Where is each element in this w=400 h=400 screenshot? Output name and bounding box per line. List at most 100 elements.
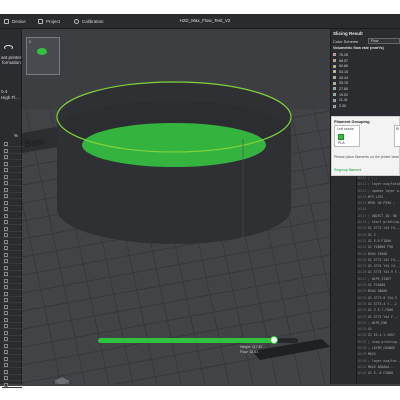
settings-row[interactable] xyxy=(2,343,22,349)
settings-row[interactable] xyxy=(2,375,22,381)
settings-checkbox[interactable] xyxy=(4,317,8,322)
settings-checkbox[interactable] xyxy=(4,252,8,257)
settings-checkbox[interactable] xyxy=(4,246,8,250)
settings-row[interactable] xyxy=(2,278,22,284)
settings-checkbox[interactable] xyxy=(4,148,8,153)
settings-row[interactable] xyxy=(2,382,22,388)
settings-row[interactable] xyxy=(2,232,22,238)
regroup-filament-link[interactable]: Regroup filament xyxy=(334,168,361,172)
settings-checkbox[interactable] xyxy=(4,298,8,302)
settings-checkbox[interactable] xyxy=(4,174,8,179)
legend-title: Volumetric flow rate (mm³/s) xyxy=(333,46,384,50)
settings-row[interactable] xyxy=(2,213,22,219)
settings-checkbox[interactable] xyxy=(4,213,8,218)
layer-flow: Flow: 18.61 xyxy=(240,350,259,354)
settings-row[interactable] xyxy=(2,284,22,290)
settings-checkbox[interactable] xyxy=(4,239,8,244)
settings-row[interactable] xyxy=(2,239,22,245)
right-nozzle-box[interactable]: Ri xyxy=(394,125,400,147)
settings-checkbox[interactable] xyxy=(4,285,8,289)
settings-checkbox[interactable] xyxy=(4,187,8,192)
settings-checkbox[interactable] xyxy=(4,220,8,224)
settings-checkbox[interactable] xyxy=(4,272,8,276)
settings-checkbox[interactable] xyxy=(4,233,8,237)
settings-checkbox[interactable] xyxy=(4,304,8,309)
left-nozzle-box[interactable]: Left nozzle PLA xyxy=(334,125,360,147)
settings-checkbox[interactable] xyxy=(4,265,8,270)
nozzle-flow-value[interactable]: High Fl... xyxy=(1,95,19,100)
settings-row[interactable] xyxy=(2,154,22,160)
nozzle-size-value[interactable]: 0.4 xyxy=(1,89,7,94)
settings-row[interactable] xyxy=(2,206,22,212)
filament-chip[interactable] xyxy=(338,134,344,140)
settings-checkbox[interactable] xyxy=(4,161,8,166)
settings-checkbox[interactable] xyxy=(4,343,8,348)
settings-checkbox[interactable] xyxy=(4,142,8,146)
settings-checkbox[interactable] xyxy=(4,194,8,198)
settings-row[interactable] xyxy=(2,219,22,225)
3d-viewport[interactable]: Bam 1 Height: 117.87 Flow: 18.61 xyxy=(22,29,330,384)
settings-row[interactable] xyxy=(2,336,22,342)
gcode-viewer[interactable]: 16111; ...16112; layer num/total...16113… xyxy=(356,176,400,384)
settings-row[interactable] xyxy=(2,323,22,329)
settings-row[interactable] xyxy=(2,174,22,180)
settings-checkbox[interactable] xyxy=(4,350,8,354)
settings-row[interactable] xyxy=(2,245,22,251)
settings-checkbox[interactable] xyxy=(4,330,8,335)
settings-row[interactable] xyxy=(2,180,22,186)
settings-row[interactable] xyxy=(2,297,22,303)
printer-info-section[interactable]: ant printer formation xyxy=(0,33,22,65)
color-scheme-select[interactable]: Flow xyxy=(368,38,400,44)
settings-checkbox[interactable] xyxy=(4,259,8,263)
settings-row[interactable] xyxy=(2,161,22,167)
settings-row[interactable] xyxy=(2,226,22,232)
settings-checkbox[interactable] xyxy=(4,382,8,387)
settings-checkbox[interactable] xyxy=(4,337,8,341)
settings-checkbox[interactable] xyxy=(4,155,8,159)
settings-checkbox[interactable] xyxy=(4,278,8,283)
settings-row[interactable] xyxy=(2,252,22,258)
settings-checkbox[interactable] xyxy=(4,200,8,205)
settings-checkbox[interactable] xyxy=(4,181,8,185)
settings-row[interactable] xyxy=(2,317,22,323)
settings-checkbox[interactable] xyxy=(4,168,8,172)
settings-row[interactable] xyxy=(2,167,22,173)
settings-row[interactable] xyxy=(2,310,22,316)
settings-checkbox[interactable] xyxy=(4,207,8,211)
legend-value: 68.57 xyxy=(339,58,348,63)
settings-row[interactable] xyxy=(2,304,22,310)
settings-row[interactable] xyxy=(2,330,22,336)
project-tab[interactable]: Project xyxy=(38,18,60,25)
settings-row[interactable] xyxy=(2,362,22,368)
layer-progress-slider[interactable] xyxy=(98,336,298,344)
settings-row[interactable] xyxy=(2,369,22,375)
settings-checkbox[interactable] xyxy=(4,324,8,328)
settings-checkbox[interactable] xyxy=(4,356,8,361)
settings-row[interactable] xyxy=(2,148,22,154)
settings-row[interactable] xyxy=(2,258,22,264)
gcode-line-text: M991 S0 P390 ; xyxy=(368,201,395,206)
settings-row[interactable] xyxy=(2,349,22,355)
settings-row[interactable] xyxy=(2,356,22,362)
settings-checkbox[interactable] xyxy=(4,311,8,315)
settings-row[interactable] xyxy=(2,265,22,271)
device-tab[interactable]: Device xyxy=(4,18,26,25)
settings-row[interactable] xyxy=(2,193,22,199)
settings-checkbox[interactable] xyxy=(4,363,8,367)
settings-row[interactable] xyxy=(2,187,22,193)
plate-thumbnail[interactable]: 1 xyxy=(26,37,60,75)
refresh-icon[interactable] xyxy=(4,45,13,50)
settings-checkbox[interactable] xyxy=(4,369,8,374)
calibration-tab[interactable]: Calibration xyxy=(74,18,104,25)
settings-checkbox[interactable] xyxy=(4,291,8,296)
legend-value: 11.41 xyxy=(339,98,348,103)
settings-row[interactable] xyxy=(2,271,22,277)
layer-progress-handle[interactable] xyxy=(270,336,278,344)
view-cube-icon[interactable] xyxy=(52,375,72,384)
settings-row[interactable] xyxy=(2,141,22,147)
settings-checkbox[interactable] xyxy=(4,226,8,231)
settings-row[interactable] xyxy=(2,291,22,297)
settings-row[interactable] xyxy=(2,200,22,206)
settings-checkbox[interactable] xyxy=(4,376,8,380)
left-nozzle-label: Left nozzle xyxy=(337,127,354,131)
